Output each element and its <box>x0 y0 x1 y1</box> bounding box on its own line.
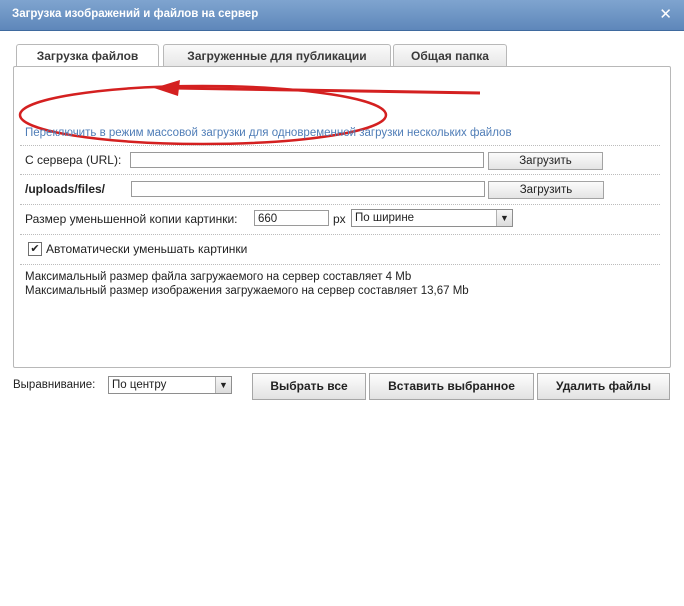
thumb-size-label: Размер уменьшенной копии картинки: <box>25 212 238 226</box>
upload-dialog: Загрузка изображений и файлов на сервер … <box>0 0 684 606</box>
alignment-label: Выравнивание: <box>13 379 96 391</box>
select-all-button[interactable]: Выбрать все <box>252 373 366 400</box>
dialog-title: Загрузка изображений и файлов на сервер <box>12 8 259 20</box>
auto-resize-checkbox[interactable]: ✔ <box>28 242 42 256</box>
annotation-arrow-line <box>171 86 481 95</box>
thumb-mode-value: По ширине <box>355 212 415 224</box>
thumb-unit-label: px <box>333 212 346 226</box>
chevron-down-icon: ▼ <box>496 210 512 226</box>
tab-file-upload[interactable]: Загрузка файлов <box>16 44 159 68</box>
insert-selected-button[interactable]: Вставить выбранное <box>369 373 534 400</box>
max-image-size-info: Максимальный размер изображения загружае… <box>25 285 469 297</box>
server-url-label: С сервера (URL): <box>25 153 122 167</box>
tab-uploaded-for-publication[interactable]: Загруженные для публикации <box>163 44 391 67</box>
divider <box>20 234 660 235</box>
server-url-input[interactable] <box>130 152 484 168</box>
file-upload-button[interactable]: Загрузить <box>488 181 604 199</box>
upload-path-label: /uploads/files/ <box>25 182 106 196</box>
alignment-value: По центру <box>112 379 167 391</box>
thumb-size-input[interactable]: 660 <box>254 210 329 226</box>
annotation-arrow <box>154 80 481 96</box>
chevron-down-icon: ▼ <box>215 377 231 393</box>
alignment-select[interactable]: По центру ▼ <box>108 376 232 394</box>
auto-resize-label: Автоматически уменьшать картинки <box>46 242 248 256</box>
file-input[interactable] <box>131 181 485 197</box>
tab-shared-folder[interactable]: Общая папка <box>393 44 507 67</box>
divider <box>20 204 660 205</box>
server-url-upload-button[interactable]: Загрузить <box>488 152 603 170</box>
delete-files-button[interactable]: Удалить файлы <box>537 373 670 400</box>
divider <box>20 174 660 175</box>
divider <box>20 264 660 265</box>
annotation-arrow-head <box>154 80 180 96</box>
mass-upload-mode-link[interactable]: Переключить в режим массовой загрузки дл… <box>25 127 512 139</box>
max-file-size-info: Максимальный размер файла загружаемого н… <box>25 271 412 283</box>
dialog-titlebar[interactable]: Загрузка изображений и файлов на сервер … <box>0 0 684 31</box>
close-icon[interactable]: ✕ <box>659 5 672 23</box>
divider <box>20 145 660 146</box>
checkmark-icon: ✔ <box>30 242 40 255</box>
thumb-mode-select[interactable]: По ширине ▼ <box>351 209 513 227</box>
